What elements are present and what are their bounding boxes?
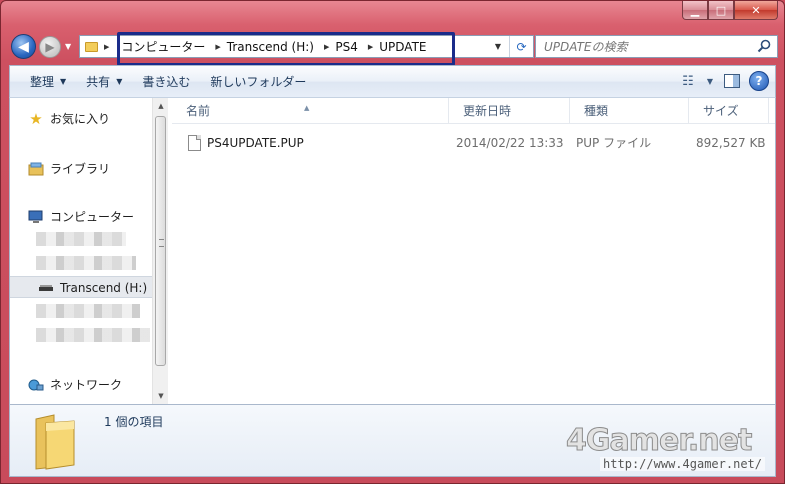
scroll-down-icon[interactable]: ▼ xyxy=(153,388,169,404)
forward-arrow-icon: ▶ xyxy=(45,40,55,54)
chevron-down-icon[interactable]: ▼ xyxy=(705,70,715,92)
breadcrumb-computer[interactable]: コンピューター xyxy=(121,38,205,55)
breadcrumb-ps4[interactable]: PS4 xyxy=(335,40,358,54)
nav-label: ライブラリ xyxy=(50,162,111,176)
nav-label: コンピューター xyxy=(50,210,135,224)
breadcrumb: コンピューター ▶ Transcend (H:) ▶ PS4 ▶ UPDATE xyxy=(121,38,426,55)
blurred-item xyxy=(36,304,140,318)
chevron-right-icon[interactable]: ▶ xyxy=(215,43,220,51)
file-name: PS4UPDATE.PUP xyxy=(207,136,304,150)
preview-pane-icon[interactable] xyxy=(721,70,743,92)
organize-label: 整理 xyxy=(30,75,55,89)
new-folder-label: 新しいフォルダー xyxy=(210,75,307,89)
nav-item-network[interactable]: ネットワーク xyxy=(28,376,122,393)
watermark-url: http://www.4gamer.net/ xyxy=(600,457,765,471)
new-folder-button[interactable]: 新しいフォルダー xyxy=(200,70,316,94)
share-button[interactable]: 共有 ▼ xyxy=(76,70,132,94)
column-label: 名前 xyxy=(186,104,211,118)
maximize-button[interactable]: □ xyxy=(708,1,734,20)
recent-pages-dropdown[interactable]: ▼ xyxy=(65,43,73,51)
burn-button[interactable]: 書き込む xyxy=(132,70,200,94)
folder-icon xyxy=(80,36,102,57)
share-label: 共有 xyxy=(86,75,111,89)
blurred-item xyxy=(36,328,150,342)
close-button[interactable]: ✕ xyxy=(734,1,778,20)
folder-icon xyxy=(35,414,75,470)
chevron-down-icon: ▼ xyxy=(60,77,67,86)
chevron-down-icon: ▼ xyxy=(116,77,123,86)
column-header: 名前 ▲ 更新日時 種類 サイズ xyxy=(172,98,775,124)
item-count: 1 個の項目 xyxy=(104,415,164,429)
file-icon xyxy=(188,135,201,151)
nav-label: ネットワーク xyxy=(50,378,123,392)
view-options-icon[interactable]: ☷ xyxy=(677,70,699,92)
forward-button[interactable]: ▶ xyxy=(39,36,61,58)
back-button[interactable]: ◀ xyxy=(11,34,36,59)
nav-label: Transcend (H:) xyxy=(60,281,148,295)
file-type: PUP ファイル xyxy=(576,136,652,150)
star-icon: ★ xyxy=(29,109,43,128)
file-date: 2014/02/22 13:33 xyxy=(456,136,564,150)
column-label: 種類 xyxy=(584,104,609,118)
breadcrumb-drive[interactable]: Transcend (H:) xyxy=(227,40,314,54)
chevron-right-icon[interactable]: ▶ xyxy=(104,43,109,51)
column-size[interactable]: サイズ xyxy=(689,98,769,124)
watermark-logo: 4Gamer.net xyxy=(565,423,752,459)
file-list: 名前 ▲ 更新日時 種類 サイズ PS4UPDATE.PUP 2014/02/22… xyxy=(172,98,775,404)
column-label: 更新日時 xyxy=(463,104,512,118)
blurred-item xyxy=(36,232,126,246)
search-input[interactable] xyxy=(544,39,749,54)
explorer-window: ▁ □ ✕ ◀ ▶ ▼ ▶ コンピューター ▶ Transcend (H:) ▶… xyxy=(0,0,785,484)
address-dropdown-icon[interactable]: ▼ xyxy=(490,36,506,57)
computer-icon xyxy=(28,209,44,225)
breadcrumb-update[interactable]: UPDATE xyxy=(379,40,426,54)
caption-buttons: ▁ □ ✕ xyxy=(682,1,778,21)
details-pane: 1 個の項目 4Gamer.net http://www.4gamer.net/ xyxy=(9,405,776,477)
scroll-up-icon[interactable]: ▲ xyxy=(153,98,169,114)
sort-ascending-icon: ▲ xyxy=(304,104,310,112)
burn-label: 書き込む xyxy=(142,75,191,89)
file-size: 892,527 KB xyxy=(696,136,766,150)
nav-item-libraries[interactable]: ライブラリ xyxy=(28,160,110,177)
scrollbar-thumb[interactable] xyxy=(155,116,166,366)
nav-item-computer[interactable]: コンピューター xyxy=(28,208,134,225)
blurred-item xyxy=(36,256,136,270)
nav-scrollbar[interactable]: ▲ ▼ xyxy=(152,98,168,404)
minimize-button[interactable]: ▁ xyxy=(682,1,708,20)
address-bar[interactable]: ▶ コンピューター ▶ Transcend (H:) ▶ PS4 ▶ UPDAT… xyxy=(79,35,534,58)
navigation-pane: ★ お気に入り ライブラリ コンピューター Transcend (H:) ネット… xyxy=(10,98,152,404)
nav-item-drive[interactable]: Transcend (H:) xyxy=(38,280,147,296)
usb-drive-icon xyxy=(38,280,54,296)
column-label: サイズ xyxy=(703,104,739,118)
chevron-right-icon[interactable]: ▶ xyxy=(324,43,329,51)
network-icon xyxy=(28,377,44,393)
library-icon xyxy=(28,161,44,177)
search-box[interactable] xyxy=(535,35,778,58)
nav-item-favorites[interactable]: ★ お気に入り xyxy=(28,109,111,128)
column-name[interactable]: 名前 ▲ xyxy=(172,98,449,124)
refresh-icon[interactable]: ⟳ xyxy=(509,36,533,57)
navigation-row: ◀ ▶ ▼ ▶ コンピューター ▶ Transcend (H:) ▶ PS4 ▶… xyxy=(9,31,778,66)
organize-button[interactable]: 整理 ▼ xyxy=(20,70,76,94)
table-row[interactable]: PS4UPDATE.PUP 2014/02/22 13:33 PUP ファイル … xyxy=(188,132,775,154)
main-area: ★ お気に入り ライブラリ コンピューター Transcend (H:) ネット… xyxy=(9,97,776,405)
command-bar: 整理 ▼ 共有 ▼ 書き込む 新しいフォルダー ☷ ▼ ? xyxy=(9,65,776,97)
chevron-right-icon[interactable]: ▶ xyxy=(368,43,373,51)
help-icon[interactable]: ? xyxy=(749,71,769,91)
column-date[interactable]: 更新日時 xyxy=(449,98,570,124)
nav-label: お気に入り xyxy=(50,112,111,126)
back-arrow-icon: ◀ xyxy=(18,38,29,55)
column-type[interactable]: 種類 xyxy=(570,98,689,124)
search-icon[interactable] xyxy=(757,39,771,53)
